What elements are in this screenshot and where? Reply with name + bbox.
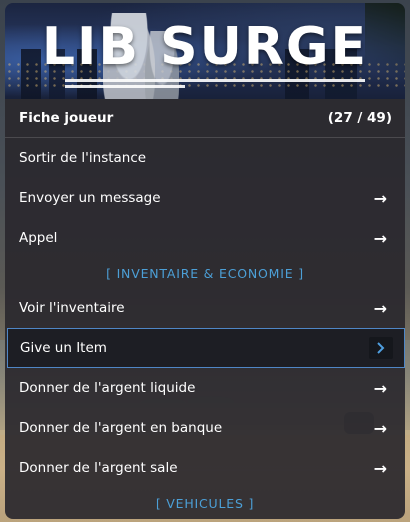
menu-item-label: Donner de l'argent sale — [19, 460, 178, 476]
arrow-right-icon: → — [373, 298, 387, 318]
section-header-inventory: [ INVENTAIRE & ECONOMIE ] — [106, 265, 304, 281]
menu-header: Fiche joueur (27 / 49) — [5, 99, 405, 138]
menu-banner: LIB SURGE — [5, 3, 405, 99]
menu-item-send-message[interactable]: Envoyer un message → — [5, 178, 405, 218]
menu-item-label: Envoyer un message — [19, 190, 161, 206]
server-logo: LIB SURGE — [41, 17, 369, 77]
chevron-right-icon — [369, 337, 393, 359]
arrow-right-icon: → — [373, 378, 387, 398]
menu-item-label: Donner de l'argent en banque — [19, 420, 223, 436]
menu-item-label: Sortir de l'instance — [19, 150, 147, 166]
menu-item-call[interactable]: Appel → — [5, 218, 405, 258]
logo-underline — [65, 79, 365, 82]
player-menu: LIB SURGE Fiche joueur (27 / 49) Sortir … — [5, 3, 405, 519]
logo-underline — [65, 85, 185, 88]
arrow-right-icon: → — [373, 458, 387, 478]
menu-item-label: Voir l'inventaire — [19, 300, 125, 316]
arrow-right-icon: → — [373, 418, 387, 438]
menu-item-view-inventory[interactable]: Voir l'inventaire → — [5, 288, 405, 328]
section-header-vehicles: [ VEHICULES ] — [155, 495, 255, 511]
menu-item-give-bank-money[interactable]: Donner de l'argent en banque → — [5, 408, 405, 448]
menu-item-give-cash[interactable]: Donner de l'argent liquide → — [5, 368, 405, 408]
menu-item-give-item[interactable]: Give un Item — [7, 328, 405, 368]
menu-title: Fiche joueur — [19, 110, 114, 126]
menu-list: Fiche joueur (27 / 49) Sortir de l'insta… — [5, 99, 405, 519]
menu-item-label: Give un Item — [20, 340, 107, 356]
menu-item-leave-instance[interactable]: Sortir de l'instance — [5, 138, 405, 178]
arrow-right-icon: → — [373, 228, 387, 248]
menu-counter: (27 / 49) — [327, 110, 392, 126]
menu-item-give-dirty-money[interactable]: Donner de l'argent sale → — [5, 448, 405, 488]
arrow-right-icon: → — [373, 188, 387, 208]
menu-item-label: Appel — [19, 230, 58, 246]
menu-item-label: Donner de l'argent liquide — [19, 380, 196, 396]
